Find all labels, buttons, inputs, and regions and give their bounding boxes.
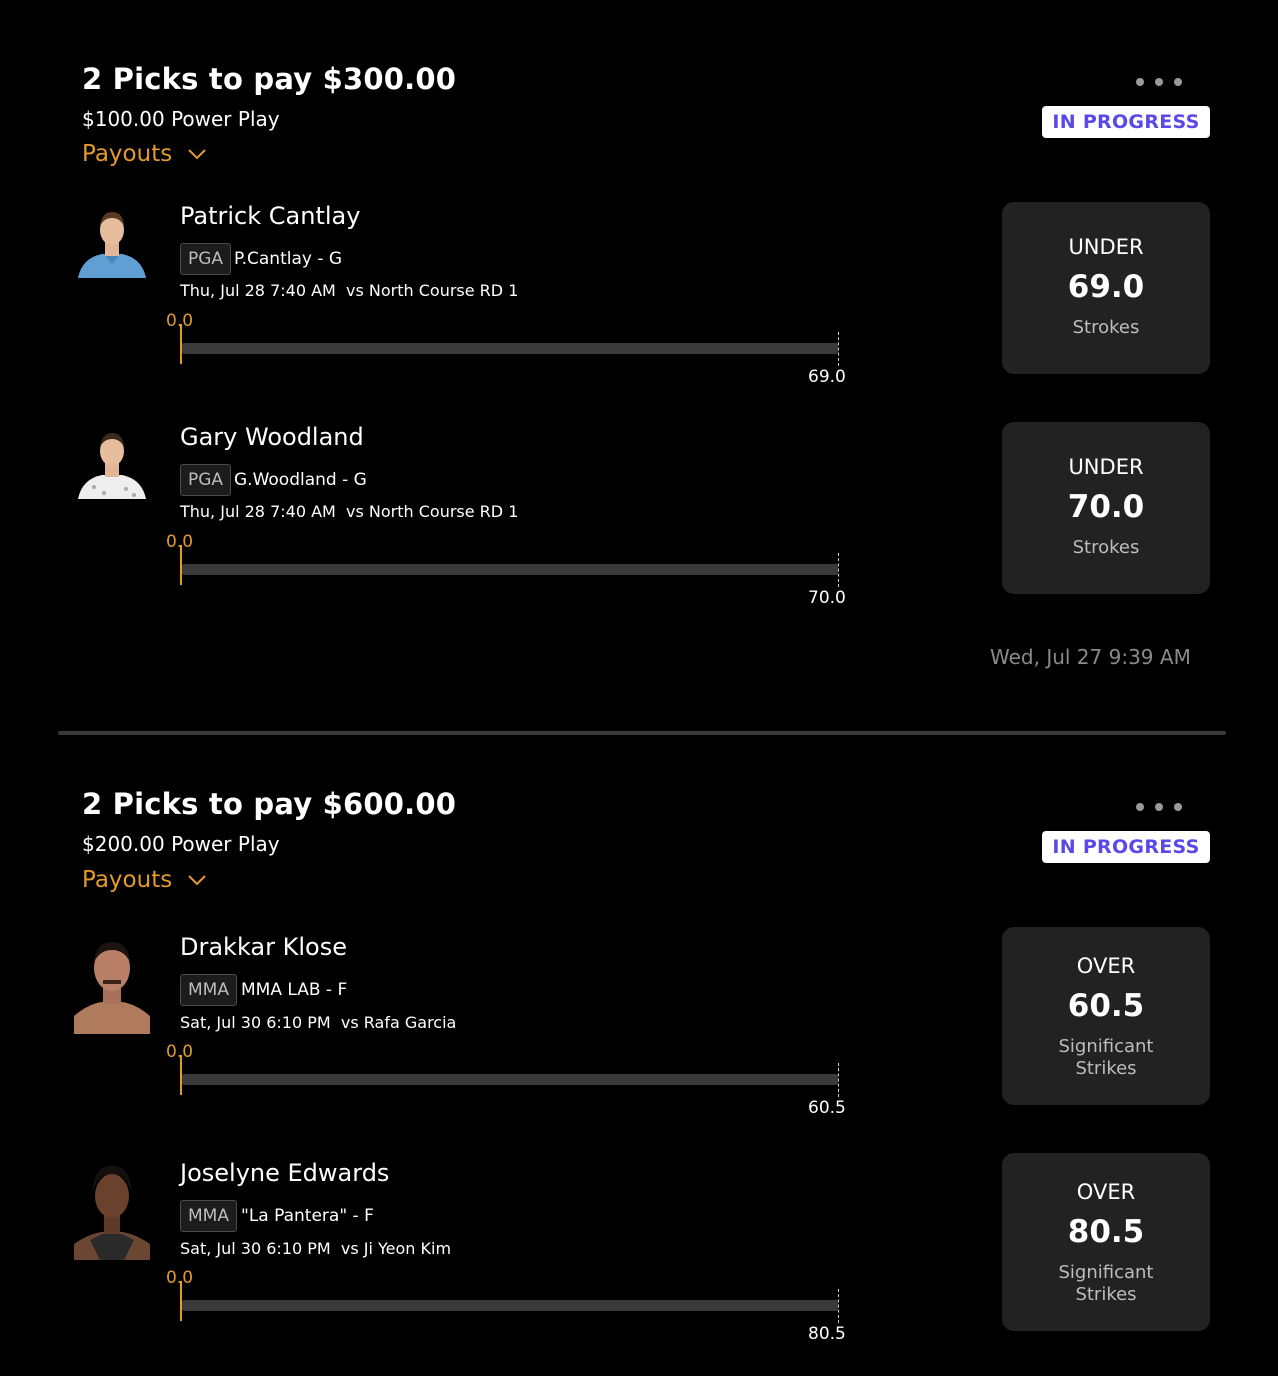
player-detail: MMA LAB - F <box>241 980 348 1000</box>
entry-card: 2 Picks to pay $600.00 $200.00 Power Pla… <box>58 0 1226 1376</box>
pick-stat: Significant Strikes <box>1058 1262 1154 1305</box>
pick-line: 80.5 <box>1067 1214 1145 1250</box>
entry-title: 2 Picks to pay $600.00 <box>82 787 457 821</box>
league-tag: MMA <box>180 974 237 1006</box>
target-marker <box>838 1289 839 1323</box>
line-box[interactable]: OVER 60.5 Significant Strikes <box>1002 927 1210 1105</box>
status-badge: IN PROGRESS <box>1042 831 1210 863</box>
pick-row: Joselyne Edwards MMA "La Pantera" - F Sa… <box>58 1153 1226 1349</box>
target-value: 60.5 <box>808 1098 846 1118</box>
payouts-label: Payouts <box>82 867 173 893</box>
pick-stat: Significant Strikes <box>1058 1036 1154 1079</box>
target-marker <box>838 1063 839 1097</box>
pick-row: Drakkar Klose MMA MMA LAB - F Sat, Jul 3… <box>58 927 1226 1123</box>
pick-direction: OVER <box>1076 1180 1136 1204</box>
pick-line: 60.5 <box>1067 988 1145 1024</box>
payouts-toggle[interactable]: Payouts <box>82 867 206 893</box>
player-name: Drakkar Klose <box>180 933 347 961</box>
player-headshot <box>74 1154 150 1260</box>
line-box[interactable]: OVER 80.5 Significant Strikes <box>1002 1153 1210 1331</box>
more-options-icon[interactable] <box>1136 802 1182 812</box>
league-tag: MMA <box>180 1200 237 1232</box>
progress-bar <box>182 1074 838 1085</box>
player-name: Joselyne Edwards <box>180 1159 390 1187</box>
player-detail: "La Pantera" - F <box>241 1206 374 1226</box>
match-info: Sat, Jul 30 6:10 PM vs Rafa Garcia <box>180 1013 457 1032</box>
entry-subtitle: $200.00 Power Play <box>82 832 280 856</box>
chevron-down-icon <box>188 875 206 886</box>
pick-direction: OVER <box>1076 954 1136 978</box>
match-info: Sat, Jul 30 6:10 PM vs Ji Yeon Kim <box>180 1239 452 1258</box>
player-headshot <box>74 928 150 1034</box>
progress-bar <box>182 1300 838 1311</box>
target-value: 80.5 <box>808 1324 846 1344</box>
